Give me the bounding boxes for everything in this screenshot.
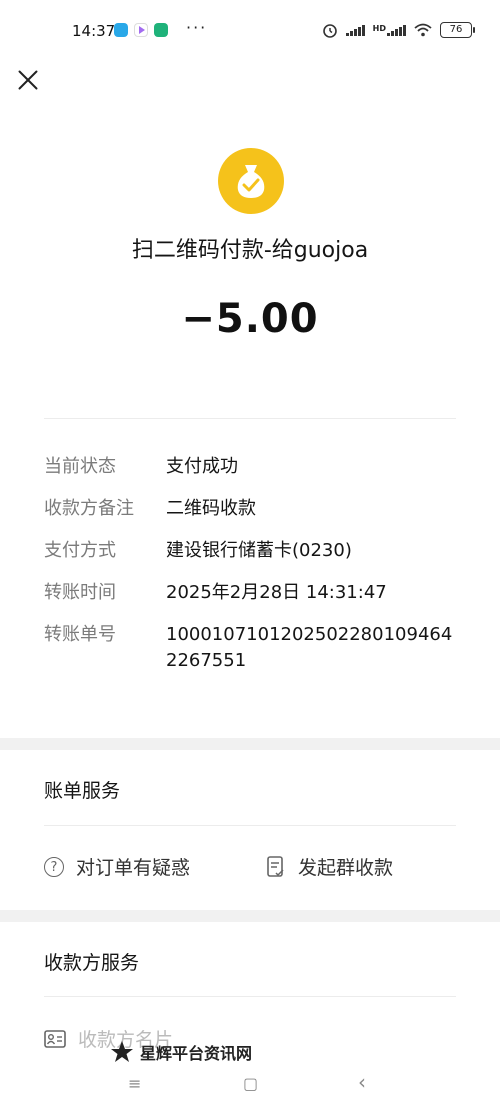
- watermark: 星辉平台资讯网: [110, 1040, 252, 1064]
- payee-service-title: 收款方服务: [44, 952, 140, 974]
- status-time: 14:37: [72, 22, 116, 40]
- watermark-logo-icon: [111, 1041, 133, 1062]
- signal-icon: [345, 24, 365, 36]
- contact-card-icon: [44, 1029, 66, 1048]
- status-right-icons: HD 76: [322, 22, 475, 38]
- divider: [44, 418, 456, 419]
- detail-value: 2025年2月28日 14:31:47: [166, 582, 387, 603]
- app-notification-icon: [114, 23, 128, 37]
- status-notification-icons: [114, 23, 168, 37]
- play-notification-icon: [134, 23, 148, 37]
- battery-icon: 76: [440, 22, 475, 38]
- money-bag-icon: [218, 148, 284, 214]
- system-nav-bar: ≡ ▢ ‹: [0, 1066, 500, 1106]
- detail-row-payment-method: 支付方式 建设银行储蓄卡(0230): [44, 538, 464, 564]
- detail-row-remark: 收款方备注 二维码收款: [44, 496, 464, 522]
- order-question-label: 对订单有疑惑: [76, 857, 191, 879]
- status-bar: 14:37 ··· HD 76: [0, 0, 500, 60]
- bill-service-title: 账单服务: [44, 780, 121, 802]
- divider: [44, 996, 456, 997]
- detail-row-status: 当前状态 支付成功: [44, 454, 464, 480]
- watermark-text: 星辉平台资讯网: [140, 1044, 253, 1063]
- payment-title: 扫二维码付款-给guojoa: [131, 238, 369, 263]
- detail-row-time: 转账时间 2025年2月28日 14:31:47: [44, 580, 464, 606]
- group-collect-label: 发起群收款: [298, 857, 394, 879]
- more-notifications-icon: ···: [186, 18, 208, 37]
- detail-value: 二维码收款: [166, 498, 256, 519]
- divider: [44, 825, 456, 826]
- detail-label: 转账单号: [44, 624, 116, 645]
- detail-label: 当前状态: [44, 456, 116, 477]
- transaction-details: 当前状态 支付成功 收款方备注 二维码收款 支付方式 建设银行储蓄卡(0230)…: [44, 454, 464, 674]
- close-button[interactable]: [14, 66, 42, 94]
- order-question-button[interactable]: ? 对订单有疑惑: [44, 853, 190, 880]
- signal-2-icon: [387, 24, 406, 36]
- group-collect-button[interactable]: 发起群收款: [266, 853, 393, 880]
- detail-label: 转账时间: [44, 582, 116, 603]
- shield-notification-icon: [154, 23, 168, 37]
- detail-label: 收款方备注: [44, 498, 134, 519]
- payment-amount: −5.00: [181, 296, 319, 342]
- network-type-label: HD: [372, 24, 386, 33]
- document-icon: [267, 855, 284, 877]
- order-number[interactable]: 1000107101202502280109464 2267551: [166, 622, 456, 674]
- wifi-icon: [414, 23, 432, 37]
- home-nav-button[interactable]: ▢: [243, 1074, 258, 1093]
- menu-nav-button[interactable]: ≡: [128, 1074, 141, 1093]
- alarm-icon: [322, 24, 337, 38]
- detail-value: 建设银行储蓄卡(0230): [166, 540, 352, 561]
- detail-value: 支付成功: [166, 456, 238, 477]
- question-icon: ?: [44, 856, 64, 877]
- detail-label: 支付方式: [44, 540, 116, 561]
- detail-row-order-number: 转账单号 1000107101202502280109464 2267551: [44, 622, 464, 674]
- section-separator: [0, 738, 500, 750]
- section-separator: [0, 910, 500, 922]
- back-nav-button[interactable]: ‹: [358, 1070, 366, 1094]
